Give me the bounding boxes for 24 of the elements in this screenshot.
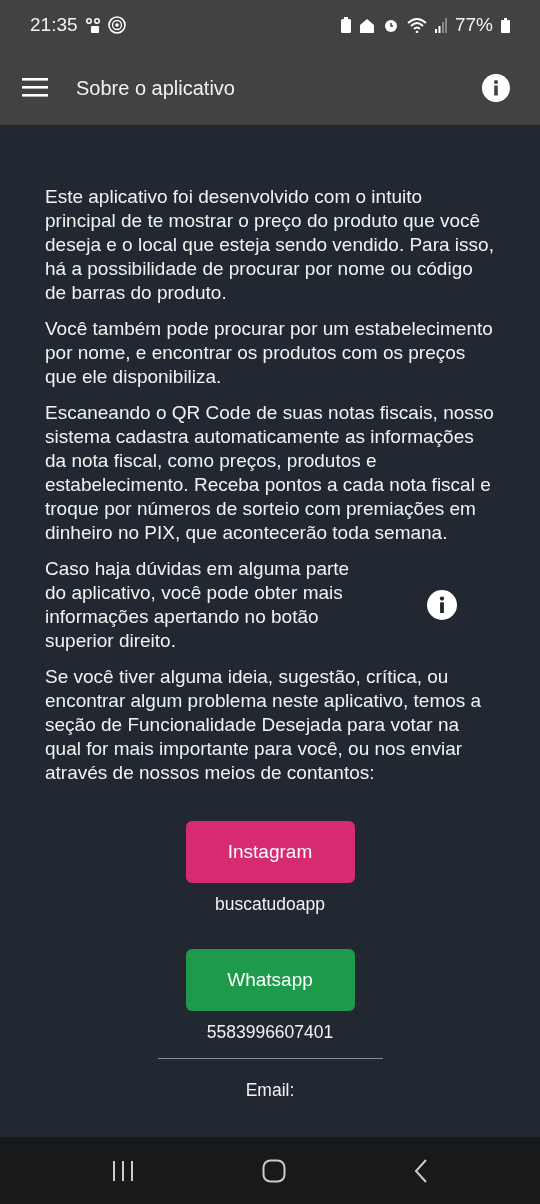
paragraph: Escaneando o QR Code de suas notas fiscais, nosso sistema cadastra automaticamente as informações da nota fiscal, como preços, produtos e estabelecimento. Receba pontos a cada nota fiscal e troque por números de sorteio com premiações em dinheiro no PIX, que acontecerão toda semana. [45,401,495,545]
battery-icon [501,17,510,33]
menu-icon[interactable] [22,78,48,97]
fingerprint-icon [107,16,126,34]
back-icon[interactable] [414,1158,428,1183]
home-icon [358,17,375,33]
contact-button[interactable]: Whatsapp [185,949,355,1012]
section-heading: Email: [245,1078,295,1102]
app-bar-title: Sobre o aplicativo [76,75,236,101]
signal-icon [434,17,447,33]
status-time: 21:35 [30,12,78,37]
recent-apps-icon[interactable] [112,1159,134,1182]
wifi-icon [406,17,427,33]
battery-percentage: 77% [454,12,493,37]
contact-value: 5583996607401 [206,1021,334,1045]
contact-button[interactable]: Instagram [185,821,355,883]
paragraph: Se você tiver alguma ideia, sugestão, crítica, ou encontrar algum problema neste aplicativo, temos a seção de Funcionalidade Desejada para votar na qual for mais importante para você, ou nos enviar através de nossos meios de contantos: [45,665,483,785]
info-icon[interactable] [482,73,510,102]
battery-saver-icon [340,17,351,33]
paragraph: Caso haja dúvidas em alguma parte do aplicativo, você pode obter mais informações apertando no botão superior direito. [45,557,351,653]
paragraph: Você também pode procurar por um estabelecimento por nome, e encontrar os produtos com os preços que ele disponibiliza. [45,317,494,389]
contact-value: buscatudoapp [215,893,325,916]
home-button-icon[interactable] [262,1158,286,1183]
paragraph: Este aplicativo foi desenvolvido com o intuito principal de te mostrar o preço do produto que você deseja e o local que esteja sendo vendido. Para isso, há a possibilidade de procurar por nome ou código de barras do produto. [45,185,495,305]
